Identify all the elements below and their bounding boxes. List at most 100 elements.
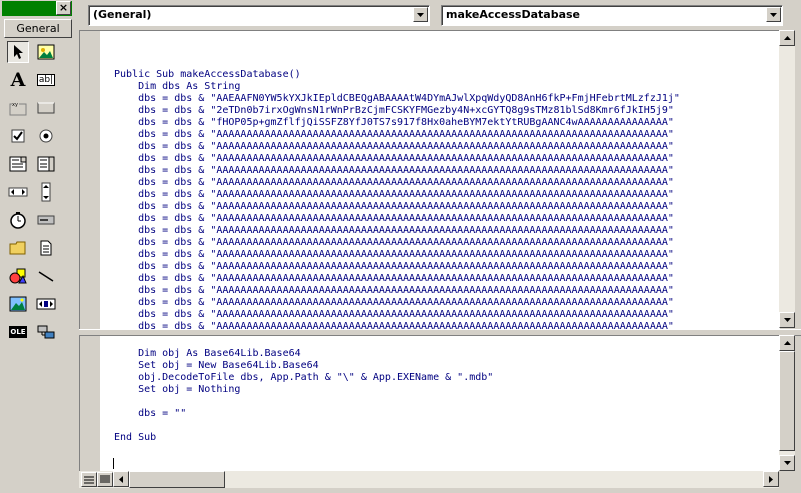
code-line[interactable]: dbs = dbs & "AAAAAAAAAAAAAAAAAAAAAAAAAAA… (114, 249, 774, 261)
code-line-text: dbs = dbs & "2eTDn0b7irxOgWnsN1rWnPrBzCj… (114, 105, 674, 116)
procedure-view-icon[interactable] (81, 472, 97, 487)
code-line-text: dbs = dbs & "AAAAAAAAAAAAAAAAAAAAAAAAAAA… (114, 189, 674, 200)
timer-icon[interactable] (7, 209, 29, 231)
code-line[interactable]: dbs = dbs & "AAAAAAAAAAAAAAAAAAAAAAAAAAA… (114, 297, 774, 309)
code-line[interactable]: Set obj = New Base64Lib.Base64 (114, 360, 774, 372)
code-line-text: obj.DecodeToFile dbs, App.Path & "\" & A… (114, 372, 494, 383)
code-line[interactable]: dbs = dbs & "AAAAAAAAAAAAAAAAAAAAAAAAAAA… (114, 213, 774, 225)
code-line[interactable]: dbs = dbs & "AAAAAAAAAAAAAAAAAAAAAAAAAAA… (114, 141, 774, 153)
ole-icon[interactable]: OLE (7, 321, 29, 343)
code-line[interactable]: Dim obj As Base64Lib.Base64 (114, 348, 774, 360)
code-line-text: dbs = dbs & "AAAAAAAAAAAAAAAAAAAAAAAAAAA… (114, 237, 674, 248)
margin-indicator-bar[interactable] (80, 31, 100, 329)
code-text-top[interactable]: Public Sub makeAccessDatabase() Dim dbs … (114, 69, 774, 333)
commandbutton-icon[interactable] (35, 97, 57, 119)
code-line[interactable]: dbs = dbs & "AAAAAAAAAAAAAAAAAAAAAAAAAAA… (114, 273, 774, 285)
code-line-text: dbs = dbs & "AAAAAAAAAAAAAAAAAAAAAAAAAAA… (114, 285, 674, 296)
code-line[interactable]: dbs = dbs & "2eTDn0b7irxOgWnsN1rWnPrBzCj… (114, 105, 774, 117)
picturebox-icon[interactable] (35, 41, 57, 63)
code-line[interactable]: Public Sub makeAccessDatabase() (114, 69, 774, 81)
code-line-text: Dim dbs As String (114, 81, 241, 92)
code-line[interactable]: End Sub (114, 432, 774, 444)
code-line-text: Set obj = Nothing (114, 384, 241, 395)
label-icon[interactable]: A (7, 69, 29, 91)
scroll-left-icon[interactable] (113, 471, 129, 487)
code-line[interactable] (114, 420, 774, 432)
optionbutton-icon[interactable] (35, 125, 57, 147)
code-line[interactable]: dbs = dbs & "AAAAAAAAAAAAAAAAAAAAAAAAAAA… (114, 309, 774, 321)
code-line[interactable]: dbs = dbs & "AAAAAAAAAAAAAAAAAAAAAAAAAAA… (114, 165, 774, 177)
data-icon[interactable] (35, 293, 57, 315)
procedure-combo[interactable]: makeAccessDatabase (441, 5, 783, 26)
code-line[interactable]: dbs = dbs & "AAAAAAAAAAAAAAAAAAAAAAAAAAA… (114, 201, 774, 213)
code-line[interactable]: dbs = dbs & "AAAAAAAAAAAAAAAAAAAAAAAAAAA… (114, 129, 774, 141)
code-line-text: dbs = dbs & "AAAAAAAAAAAAAAAAAAAAAAAAAAA… (114, 309, 674, 320)
code-line-text: dbs = dbs & "AAEAAFN0YW5kYXJkIEpldCBEQgA… (114, 93, 680, 104)
line-icon[interactable] (35, 265, 57, 287)
code-line-text: dbs = dbs & "AAAAAAAAAAAAAAAAAAAAAAAAAAA… (114, 261, 674, 272)
code-line[interactable] (114, 396, 774, 408)
scroll-up-icon[interactable] (779, 335, 795, 351)
code-pane-bottom[interactable]: Dim obj As Base64Lib.Base64 Set obj = Ne… (79, 335, 780, 472)
vertical-scrollbar-top[interactable] (779, 30, 795, 328)
vscrollbar-icon[interactable] (35, 181, 57, 203)
object-combo-value: (General) (93, 8, 152, 21)
code-line-text: dbs = dbs & "AAAAAAAAAAAAAAAAAAAAAAAAAAA… (114, 249, 674, 260)
code-line-text: dbs = dbs & "AAAAAAAAAAAAAAAAAAAAAAAAAAA… (114, 297, 674, 308)
code-line[interactable]: dbs = dbs & "AAAAAAAAAAAAAAAAAAAAAAAAAAA… (114, 153, 774, 165)
code-line-text: dbs = dbs & "AAAAAAAAAAAAAAAAAAAAAAAAAAA… (114, 177, 674, 188)
image-icon[interactable] (7, 293, 29, 315)
shape-icon[interactable] (7, 265, 29, 287)
code-line[interactable]: Dim dbs As String (114, 81, 774, 93)
vertical-scroll-thumb[interactable] (779, 351, 795, 451)
scroll-up-icon[interactable] (779, 30, 795, 46)
listbox-icon[interactable] (35, 153, 57, 175)
horizontal-scroll-thumb[interactable] (129, 471, 225, 488)
scroll-down-icon[interactable] (779, 455, 795, 471)
code-line-text: Dim obj As Base64Lib.Base64 (114, 348, 301, 359)
scrollbar-corner (779, 471, 795, 488)
code-line-text: dbs = dbs & "AAAAAAAAAAAAAAAAAAAAAAAAAAA… (114, 129, 674, 140)
code-line[interactable]: dbs = dbs & "AAEAAFN0YW5kYXJkIEpldCBEQgA… (114, 93, 774, 105)
pointer-icon[interactable] (7, 41, 29, 63)
code-line[interactable]: obj.DecodeToFile dbs, App.Path & "\" & A… (114, 372, 774, 384)
code-line[interactable]: dbs = dbs & "fHOP05p+gmZflfjQiSSFZ8YfJ0T… (114, 117, 774, 129)
toolbox-tab-general[interactable]: General (4, 19, 72, 38)
textbox-icon[interactable]: ab| (35, 69, 57, 91)
svg-text:xy: xy (12, 102, 18, 108)
code-line-text: dbs = dbs & "AAAAAAAAAAAAAAAAAAAAAAAAAAA… (114, 213, 674, 224)
code-text-bottom[interactable]: Dim obj As Base64Lib.Base64 Set obj = Ne… (114, 348, 774, 444)
code-line-text: dbs = dbs & "AAAAAAAAAAAAAAAAAAAAAAAAAAA… (114, 201, 674, 212)
dirlistbox-icon[interactable] (7, 237, 29, 259)
chevron-down-icon[interactable] (766, 7, 781, 22)
drivelistbox-icon[interactable] (35, 209, 57, 231)
code-line[interactable]: dbs = dbs & "AAAAAAAAAAAAAAAAAAAAAAAAAAA… (114, 261, 774, 273)
chevron-down-icon[interactable] (413, 7, 428, 22)
code-line-text: dbs = dbs & "fHOP05p+gmZflfjQiSSFZ8YfJ0T… (114, 117, 674, 128)
horizontal-scrollbar[interactable] (79, 471, 779, 488)
combobox-icon[interactable] (7, 153, 29, 175)
close-icon[interactable]: × (56, 1, 71, 15)
margin-indicator-bar[interactable] (80, 336, 100, 472)
checkbox-icon[interactable] (7, 125, 29, 147)
text-caret (113, 458, 114, 469)
code-line[interactable]: dbs = dbs & "AAAAAAAAAAAAAAAAAAAAAAAAAAA… (114, 285, 774, 297)
frame-icon[interactable]: xy (7, 97, 29, 119)
code-line[interactable]: Set obj = Nothing (114, 384, 774, 396)
scroll-right-icon[interactable] (763, 471, 779, 487)
code-line[interactable]: dbs = dbs & "AAAAAAAAAAAAAAAAAAAAAAAAAAA… (114, 177, 774, 189)
code-line[interactable]: dbs = dbs & "AAAAAAAAAAAAAAAAAAAAAAAAAAA… (114, 189, 774, 201)
code-line[interactable]: dbs = dbs & "AAAAAAAAAAAAAAAAAAAAAAAAAAA… (114, 237, 774, 249)
code-pane-top[interactable]: Public Sub makeAccessDatabase() Dim dbs … (79, 30, 780, 332)
code-line[interactable]: dbs = dbs & "AAAAAAAAAAAAAAAAAAAAAAAAAAA… (114, 225, 774, 237)
object-combo[interactable]: (General) (88, 5, 430, 26)
code-line-text: dbs = dbs & "AAAAAAAAAAAAAAAAAAAAAAAAAAA… (114, 225, 674, 236)
code-line[interactable]: dbs = "" (114, 408, 774, 420)
scroll-down-icon[interactable] (779, 312, 795, 328)
full-module-view-icon[interactable] (97, 472, 113, 487)
component-icon[interactable] (35, 321, 57, 343)
hscrollbar-icon[interactable] (7, 181, 29, 203)
filelistbox-icon[interactable] (35, 237, 57, 259)
code-line-text: Set obj = New Base64Lib.Base64 (114, 360, 319, 371)
vertical-scrollbar-bottom[interactable] (779, 335, 795, 471)
